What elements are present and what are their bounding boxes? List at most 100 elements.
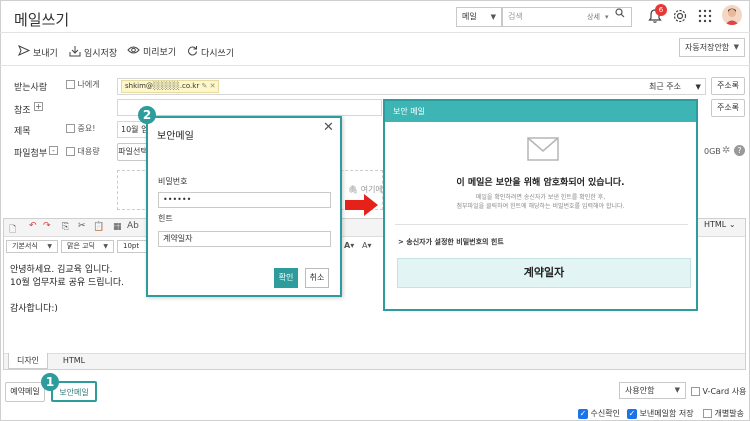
download-icon <box>69 45 81 60</box>
eye-icon <box>127 45 140 58</box>
autosave-select[interactable]: 자동저장안함 ▼ <box>679 38 745 57</box>
check-icon[interactable]: ✓ <box>578 408 588 419</box>
rewrite-button[interactable]: 다시쓰기 <box>187 45 234 59</box>
checkbox[interactable] <box>703 409 712 418</box>
check-icon[interactable]: ✓ <box>627 408 637 419</box>
save-sent-checkbox[interactable]: ✓ 보낸메일함 저장 <box>627 408 694 419</box>
attach-collapse-button[interactable]: - <box>49 146 58 155</box>
important-checkbox[interactable]: 중요! <box>66 123 95 134</box>
font-style-select[interactable]: 기본서식 ▼ <box>6 240 58 253</box>
new-doc-icon[interactable]: 🗋 <box>9 222 16 238</box>
chevron-down-icon: ▼ <box>695 83 701 91</box>
tab-design[interactable]: 디자인 <box>8 353 48 369</box>
font-size-value: 10pt <box>123 242 140 250</box>
checkbox[interactable] <box>691 387 700 396</box>
bg-color-icon[interactable]: A▾ <box>362 241 372 250</box>
vcard-usage-select[interactable]: 사용안함 ▼ <box>619 382 686 399</box>
notification-badge: 6 <box>655 4 667 16</box>
help-icon[interactable]: ? <box>734 145 745 156</box>
rewrite-label: 다시쓰기 <box>201 48 235 59</box>
individual-send-checkbox[interactable]: 개별발송 <box>703 408 744 419</box>
font-color-icon[interactable]: A▾ <box>344 241 354 250</box>
chevron-down-icon: ▼ <box>103 243 108 250</box>
send-label: 보내기 <box>33 48 58 59</box>
cc-field[interactable] <box>117 99 382 116</box>
search-icon[interactable] <box>615 7 625 25</box>
chevron-down-icon: ▼ <box>490 13 496 21</box>
envelope-icon <box>527 137 559 164</box>
html-toggle[interactable]: HTML ⌄ <box>704 220 736 229</box>
gear-icon[interactable] <box>672 8 688 27</box>
page-title: 메일쓰기 <box>14 11 70 29</box>
mail-body[interactable]: 안녕하세요. 김교육 입니다. 10월 업무자료 공유 드립니다. 감사합니다:… <box>10 264 124 316</box>
paste-icon[interactable]: 📋 <box>93 222 104 232</box>
cc-label: 참조 <box>14 106 31 116</box>
checkbox[interactable] <box>66 147 75 156</box>
refresh-icon <box>187 45 198 59</box>
divider <box>395 224 688 225</box>
arrow-right-icon <box>345 193 379 220</box>
to-me-checkbox[interactable]: 나에게 <box>66 79 100 90</box>
search-scope-select[interactable]: 메일 ▼ <box>456 7 502 27</box>
checkbox[interactable] <box>66 80 75 89</box>
recipient-chip[interactable]: shkim@░░░░░.co.kr ✎ ✕ <box>121 80 220 93</box>
send-icon <box>18 45 31 59</box>
body-line: 감사합니다:) <box>10 304 58 314</box>
search-detail-button[interactable]: 상세 <box>587 8 600 26</box>
step-marker-2: 2 <box>138 106 156 124</box>
preview-desc-line-2: 첨부파일을 클릭하여 힌트에 해당하는 비밀번호를 입력해야 합니다. <box>456 203 625 210</box>
confirm-button[interactable]: 확인 <box>274 268 298 288</box>
font-family-select[interactable]: 맑은 고딕 ▼ <box>61 240 114 253</box>
app-grid-icon[interactable] <box>698 9 712 26</box>
edit-icon[interactable]: ✎ <box>201 82 207 90</box>
close-icon[interactable]: ✕ <box>323 120 334 135</box>
recipient-email: shkim@░░░░░.co.kr <box>125 82 200 90</box>
undo-icon[interactable]: ↶ <box>29 221 37 231</box>
recent-address-select[interactable]: 최근 주소 ▼ <box>649 81 701 92</box>
spellcheck-icon[interactable]: Ab <box>127 221 139 231</box>
divider <box>0 65 750 66</box>
font-size-select[interactable]: 10pt <box>117 240 147 253</box>
vcard-checkbox[interactable]: V-Card 사용 <box>691 386 746 397</box>
file-select-button[interactable]: 파일선택 <box>117 143 149 161</box>
password-input[interactable]: •••••• <box>158 192 331 208</box>
tab-html[interactable]: HTML <box>52 353 96 369</box>
cut-icon[interactable]: ✂ <box>78 221 86 231</box>
storage-info: 0GB <box>704 147 721 156</box>
search-placeholder: 검색 <box>508 12 523 21</box>
divider <box>0 32 750 33</box>
autosave-value: 자동저장안함 <box>685 43 730 52</box>
send-button[interactable]: 보내기 <box>18 45 58 59</box>
save-draft-button[interactable]: 임시저장 <box>69 45 117 60</box>
attach-label: 파일첨부 <box>14 149 48 159</box>
subject-label: 제목 <box>14 127 31 137</box>
hint-label: 힌트 <box>158 214 173 223</box>
checkbox[interactable] <box>66 124 75 133</box>
step-marker-1: 1 <box>41 373 59 391</box>
body-line: 안녕하세요. 김교육 입니다. <box>10 265 113 275</box>
copy-icon[interactable]: ⎘ <box>62 222 69 232</box>
cc-expand-button[interactable]: + <box>34 102 43 111</box>
gear-icon[interactable]: ✲ <box>722 145 730 156</box>
recent-address-label: 최근 주소 <box>649 82 681 91</box>
cancel-button[interactable]: 취소 <box>305 268 329 288</box>
search-input[interactable]: 검색 상세 ▾ <box>502 7 632 27</box>
hint-input[interactable]: 계약일자 <box>158 231 331 247</box>
preview-header: 보안 메일 <box>385 101 696 122</box>
cc-address-book-button[interactable]: 주소록 <box>711 99 745 117</box>
table-icon[interactable]: ▦ <box>113 222 122 232</box>
editor-mode-bar <box>4 353 745 369</box>
search-scope-value: 메일 <box>462 12 477 21</box>
close-icon[interactable]: ✕ <box>210 82 216 90</box>
hint-title: > 송신자가 설정한 비밀번호의 힌트 <box>398 238 504 246</box>
preview-button[interactable]: 미리보기 <box>127 45 176 58</box>
redo-icon[interactable]: ↷ <box>43 221 51 231</box>
preview-heading: 이 메일은 보안을 위해 암호화되어 있습니다. <box>456 178 625 188</box>
scheduled-mail-button[interactable]: 예약메일 <box>5 382 45 402</box>
vcard-usage-value: 사용안함 <box>625 386 655 395</box>
address-book-button[interactable]: 주소록 <box>711 77 745 95</box>
read-receipt-checkbox[interactable]: ✓ 수신확인 <box>578 408 620 419</box>
avatar[interactable] <box>722 5 742 25</box>
large-file-checkbox[interactable]: 대용량 <box>66 146 100 157</box>
preview-label: 미리보기 <box>143 48 177 58</box>
